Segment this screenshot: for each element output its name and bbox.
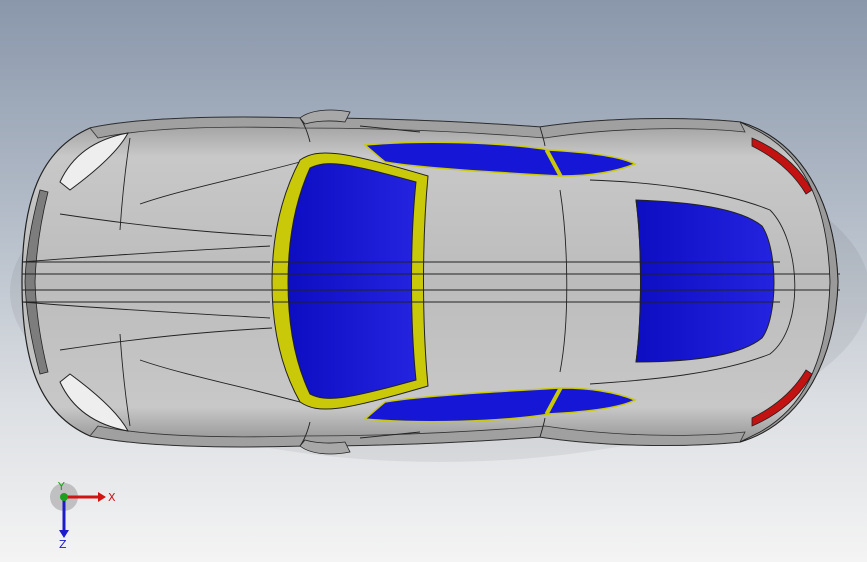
x-axis-label: X	[108, 491, 116, 504]
y-axis-label: Y	[57, 480, 65, 493]
y-axis-dot	[60, 493, 68, 501]
z-axis-arrowhead	[59, 530, 69, 538]
windshield-glass	[287, 163, 417, 399]
x-axis-arrowhead	[98, 492, 106, 502]
coordinate-triad: X Y Z	[50, 480, 116, 550]
car-model-top-view[interactable]	[0, 0, 867, 562]
graphics-viewport[interactable]: X Y Z	[0, 0, 867, 562]
z-axis-label: Z	[59, 538, 67, 550]
rear-window-glass	[635, 199, 775, 363]
